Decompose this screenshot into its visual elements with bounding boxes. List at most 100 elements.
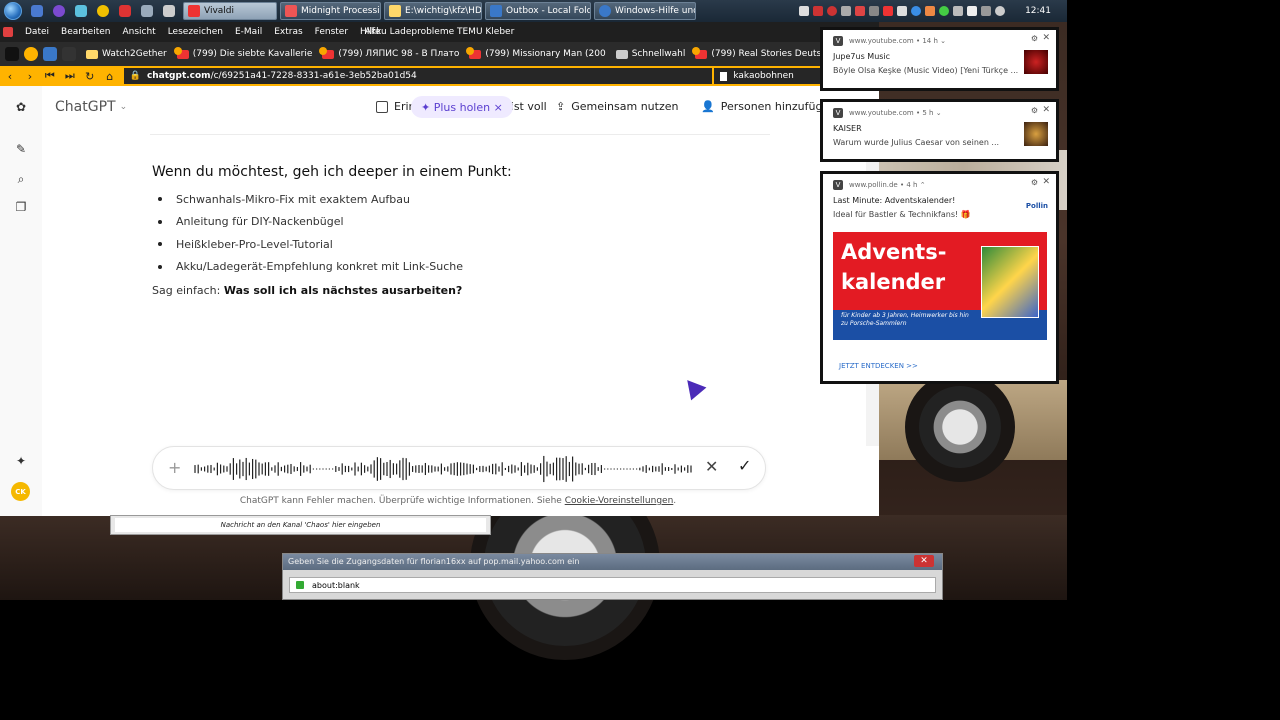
openai-logo-icon[interactable]: ✿ [12,98,30,116]
chevron-down-icon[interactable]: ⌄ [936,109,942,117]
bookmark-schnellwahl[interactable]: Schnellwahl [615,49,685,59]
reload-icon[interactable]: ↻ [80,66,100,86]
menu-item-email[interactable]: E-Mail [235,27,262,37]
bookmark-youtube[interactable]: (799) Die siebte Kavallerie [173,46,312,59]
quicklaunch-icon[interactable] [70,0,92,22]
mouse-cursor [679,373,707,401]
cookie-settings-link[interactable]: Cookie-Voreinstellungen [565,496,674,506]
tray-icon[interactable] [883,6,894,16]
vivaldi-icon: V [833,108,843,118]
get-plus-button[interactable]: ✦ Plus holen × [411,96,513,118]
tray-icon[interactable] [925,6,936,16]
quicklaunch-icon[interactable] [158,0,180,22]
bookmark-youtube[interactable]: (799) Missionary Man (200 [466,46,606,59]
vivaldi-menu-icon[interactable] [3,27,13,37]
tray-icon[interactable] [981,6,992,16]
close-icon[interactable]: × [490,101,503,114]
ad-headline: Advents- [841,240,947,264]
start-button[interactable] [0,0,26,22]
close-icon[interactable]: ✕ [1042,177,1050,187]
chat-input[interactable]: Nachricht an den Kanal 'Chaos' hier eing… [115,518,486,532]
gear-icon[interactable]: ⚙ [1031,34,1038,43]
taskbar-button[interactable]: E:\wichtig\kfz\HDI ... [384,2,482,20]
chevron-down-icon[interactable]: ⌄ [940,37,946,45]
add-people-button[interactable]: 👤 Personen hinzufügen [701,100,836,113]
list-item: Schwanhals-Mikro-Fix mit exaktem Aufbau [152,188,772,211]
assistant-message: Wenn du möchtest, geh ich deeper in eine… [152,164,772,297]
bookmark-youtube[interactable]: (799) ЛЯПИС 98 - В Плато [319,46,459,59]
panel-toggle-icon[interactable] [5,47,19,61]
fast-forward-icon[interactable]: ⏭ [60,66,80,86]
tray-icon[interactable] [841,6,852,16]
tray-icon[interactable] [799,6,810,16]
notification-youtube[interactable]: Vwww.youtube.com • 14 h ⌄ ⚙ ✕ Jupe7us Mu… [820,27,1059,91]
back-icon[interactable]: ‹ [0,66,20,86]
new-chat-icon[interactable]: ✎ [12,140,30,158]
gear-icon[interactable]: ⚙ [1031,178,1038,187]
notification-youtube[interactable]: Vwww.youtube.com • 5 h ⌄ ⚙ ✕ KAISER Waru… [820,99,1059,162]
menu-item-fenster[interactable]: Fenster [315,27,348,37]
tray-icon[interactable] [995,6,1006,16]
ad-cta-link[interactable]: JETZT ENTDECKEN >> [839,362,918,370]
menu-item-lesezeichen[interactable]: Lesezeichen [168,27,223,37]
quicklaunch-icon[interactable] [92,0,114,22]
tray-icon[interactable] [911,6,922,16]
bookmark-watch2gether[interactable]: Watch2Gether [86,49,167,59]
rewind-icon[interactable]: ⏮ [40,66,60,86]
menu-item-datei[interactable]: Datei [25,27,49,37]
notification-pollin[interactable]: Vwww.pollin.de • 4 h ⌃ ⚙ ✕ Last Minute: … [820,171,1059,384]
close-icon[interactable]: ✕ [1042,33,1050,43]
tray-icon[interactable] [827,6,838,16]
tray-icon[interactable] [967,6,978,16]
quicklaunch-icon[interactable] [26,0,48,22]
tray-icon[interactable] [939,6,950,16]
chatgpt-page: ✿ ✎ ⌕ ❐ ✦ CK ChatGPT ⌄ Erinnerungsspeich… [0,86,879,516]
taskbar-button[interactable]: Windows-Hilfe und ... [594,2,696,20]
share-button[interactable]: ⇪ Gemeinsam nutzen [556,100,678,113]
close-icon[interactable]: ✕ [705,457,718,476]
menu-item-extras[interactable]: Extras [274,27,302,37]
home-icon[interactable]: ⌂ [100,66,120,86]
ad-subtext: für Kinder ab 3 Jahren, Heimwerker bis h… [841,312,969,327]
taskbar-button-vivaldi[interactable]: Vivaldi [183,2,277,20]
close-icon[interactable]: ✕ [914,555,934,567]
chevron-up-icon[interactable]: ⌃ [920,181,926,189]
menu-item-bearbeiten[interactable]: Bearbeiten [61,27,110,37]
tab-icon[interactable] [43,47,57,61]
clock[interactable]: 12:41 [1025,6,1051,16]
voice-composer[interactable]: + ✕ ✓ [152,446,766,490]
bookmark-youtube[interactable]: (799) Real Stories Deutsch [692,46,832,59]
suggestion-list: Schwanhals-Mikro-Fix mit exaktem Aufbau … [152,188,772,278]
forward-icon[interactable]: › [20,66,40,86]
quicklaunch-icon[interactable] [136,0,158,22]
menu-bar: Datei Bearbeiten Ansicht Lesezeichen E-M… [0,22,879,42]
model-picker[interactable]: ChatGPT ⌄ [55,99,127,115]
quicklaunch-icon[interactable] [114,0,136,22]
quicklaunch-icon[interactable] [48,0,70,22]
close-icon[interactable]: ✕ [1042,105,1050,115]
gear-icon[interactable]: ⚙ [1031,106,1038,115]
taskbar-button[interactable]: Outbox - Local Fold... [485,2,591,20]
chatgpt-tab-icon[interactable] [24,47,38,61]
list-item: Akku/Ladegerät-Empfehlung konkret mit Li… [152,256,772,279]
url-field[interactable]: 🔒 chatgpt.com /c/69251a41-7228-8331-a61e… [123,68,713,84]
plus-icon[interactable]: + [168,458,181,477]
library-icon[interactable]: ❐ [12,198,30,216]
tray-icon[interactable] [813,6,824,16]
tray-icon[interactable] [953,6,964,16]
address-bar: ‹ › ⏮ ⏭ ↻ ⌂ 🔒 chatgpt.com /c/69251a41-72… [0,66,879,86]
tray-icon[interactable] [855,6,866,16]
tray-icon[interactable] [869,6,880,16]
notification-title: KAISER [833,124,862,133]
sparkle-icon[interactable]: ✦ [12,452,30,470]
check-icon[interactable]: ✓ [738,456,751,475]
folder-icon [389,5,401,17]
ad-banner-image[interactable]: Advents- kalender für Kinder ab 3 Jahren… [833,232,1047,340]
menu-item-hilfe[interactable]: Hilfe [360,27,380,37]
tray-icon[interactable] [897,6,908,16]
sparkle-icon: ✦ [421,100,434,114]
tab-icon[interactable] [62,47,76,61]
menu-item-ansicht[interactable]: Ansicht [122,27,155,37]
search-icon[interactable]: ⌕ [12,170,30,188]
taskbar-button[interactable]: Midnight Processio... [280,2,381,20]
